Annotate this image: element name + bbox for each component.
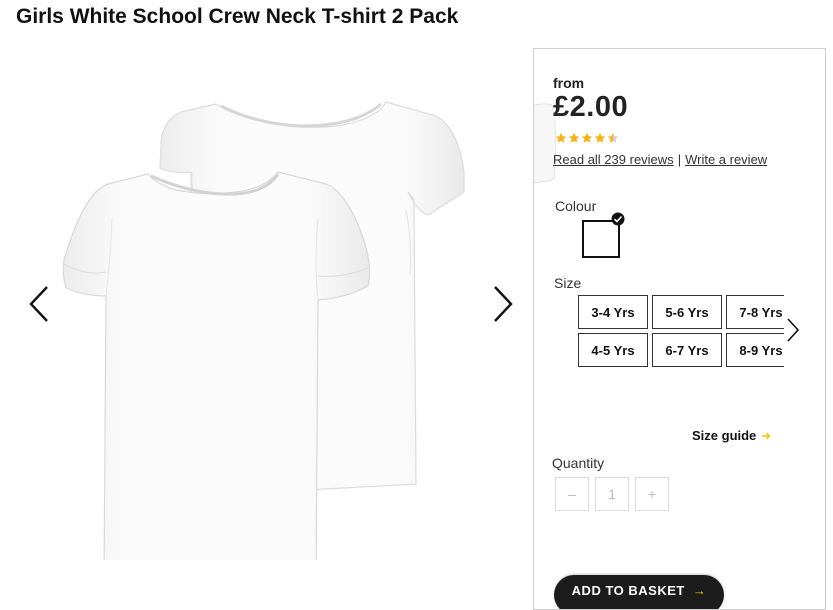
write-review-link[interactable]: Write a review	[685, 152, 767, 167]
chevron-right-icon	[494, 286, 513, 322]
size-option-3-4[interactable]: 3-4 Yrs	[578, 295, 648, 329]
product-image-gallery	[0, 44, 530, 591]
add-to-basket-button[interactable]: ADD TO BASKET →	[554, 575, 724, 609]
size-guide-label: Size guide	[692, 428, 757, 443]
size-label: Size	[554, 275, 582, 291]
reviews-links: Read all 239 reviews | Write a review	[553, 152, 767, 167]
quantity-input[interactable]: 1	[595, 477, 629, 511]
star-icon	[594, 132, 606, 143]
size-option-8-9[interactable]: 8-9 Yrs	[726, 333, 784, 367]
chevron-right-icon	[787, 318, 800, 342]
selected-check-icon	[611, 212, 625, 226]
price: £2.00	[553, 91, 629, 123]
product-title: Girls White School Crew Neck T-shirt 2 P…	[16, 5, 459, 28]
price-from-label: from	[553, 75, 585, 91]
star-icon	[568, 132, 580, 143]
size-option-4-5[interactable]: 4-5 Yrs	[578, 333, 648, 367]
star-icon	[581, 132, 593, 143]
gallery-prev-button[interactable]	[24, 281, 54, 327]
quantity-label: Quantity	[552, 455, 605, 471]
size-option-6-7[interactable]: 6-7 Yrs	[652, 333, 722, 367]
quantity-decrease-button[interactable]: –	[555, 477, 589, 511]
size-guide-link[interactable]: Size guide	[692, 428, 771, 443]
rating-stars	[555, 132, 619, 144]
chevron-left-icon	[29, 286, 48, 322]
size-next-button[interactable]	[786, 317, 800, 348]
quantity-increase-button[interactable]: +	[635, 477, 669, 511]
reviews-separator: |	[677, 152, 682, 167]
star-half-icon	[607, 132, 619, 143]
quantity-stepper: – 1 +	[555, 477, 669, 511]
read-reviews-link[interactable]: Read all 239 reviews	[553, 152, 674, 167]
size-option-5-6[interactable]: 5-6 Yrs	[652, 295, 722, 329]
size-options: 3-4 Yrs 5-6 Yrs 7-8 Yrs 4-5 Yrs 6-7 Yrs …	[578, 295, 784, 371]
arrow-right-icon	[762, 432, 771, 439]
size-option-7-8[interactable]: 7-8 Yrs	[726, 295, 784, 329]
product-image	[62, 101, 465, 560]
purchase-panel: from £2.00 Read all 239 reviews | Write a …	[533, 48, 826, 610]
star-icon	[555, 132, 567, 143]
gallery-next-button[interactable]	[488, 281, 518, 327]
colour-label: Colour	[555, 198, 597, 214]
